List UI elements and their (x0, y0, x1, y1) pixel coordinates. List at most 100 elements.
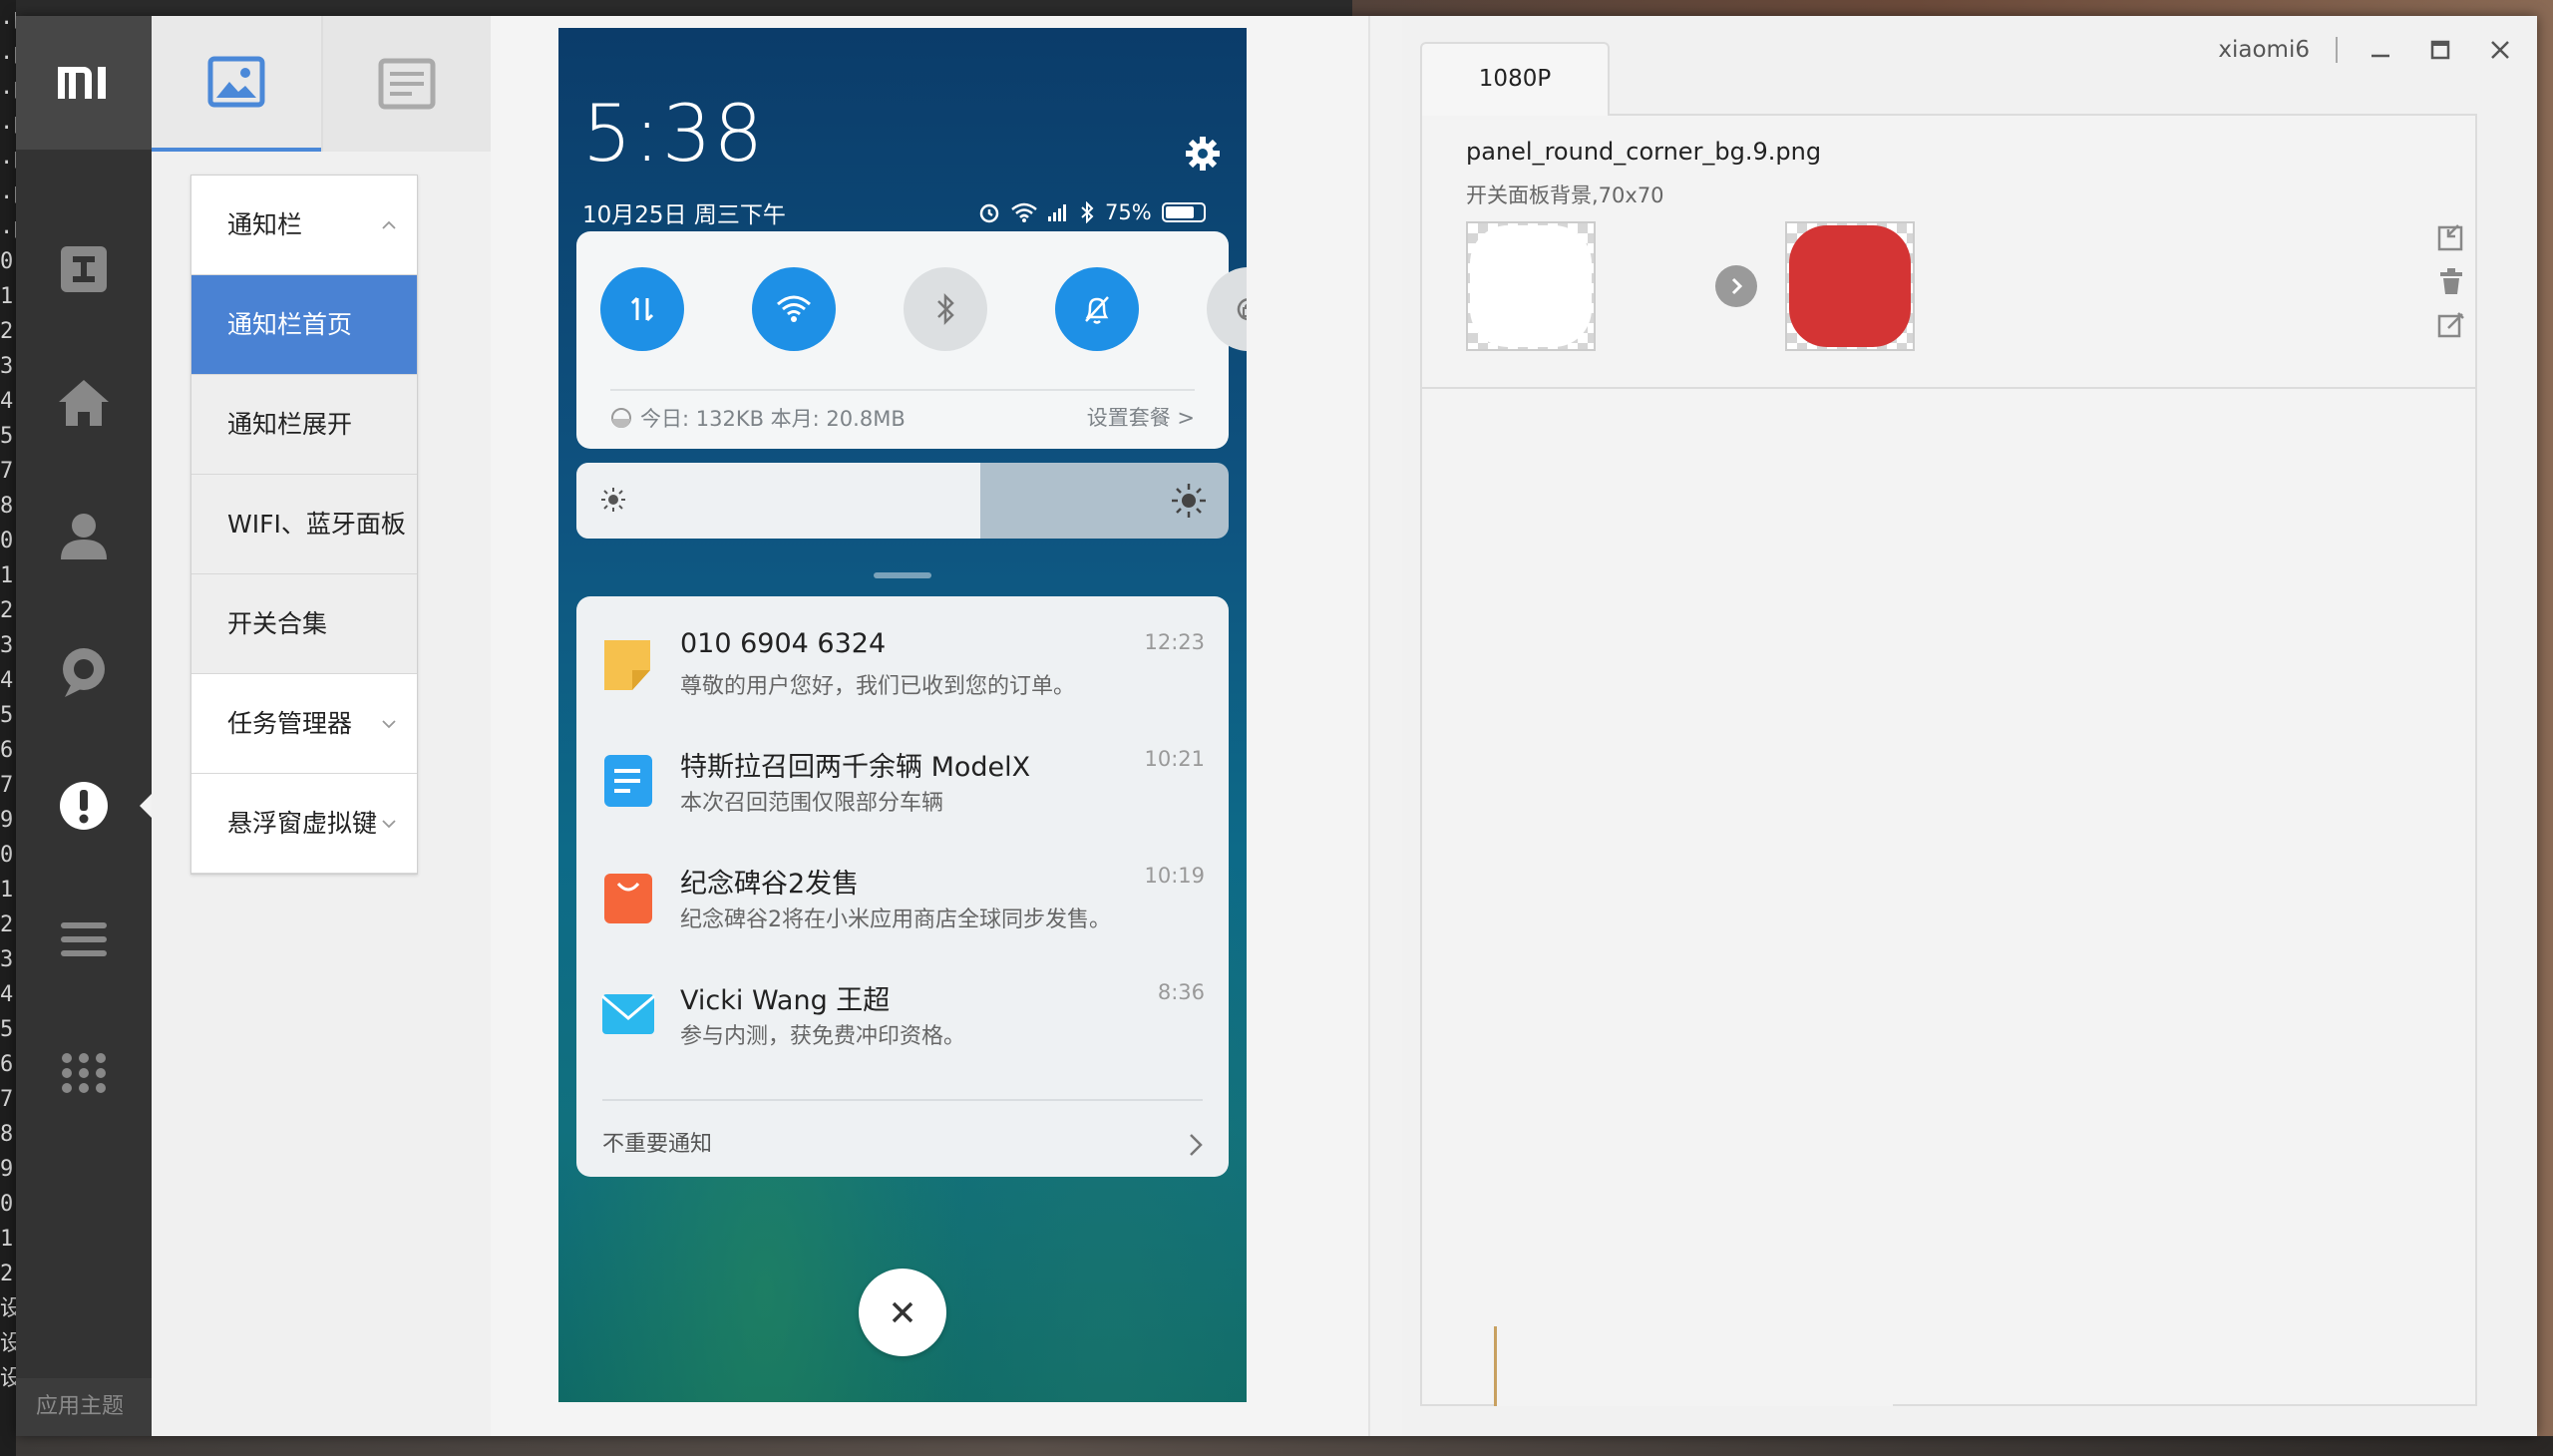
menu-item-label: 任务管理器 (227, 709, 353, 738)
wifi-status-icon (1011, 202, 1037, 222)
rail-text-button[interactable] (16, 229, 152, 309)
quick-settings-separator (610, 389, 1195, 391)
desktop-file-char: 设 (0, 1296, 16, 1321)
drag-handle[interactable] (874, 572, 931, 578)
rail-menu-lines-button[interactable] (16, 900, 152, 979)
notification-item[interactable]: 特斯拉召回两千余辆 ModelX 本次召回范围仅限部分车辆 10:21 (576, 721, 1229, 836)
chevron-down-icon (382, 820, 396, 829)
clock-time: 5:38 (582, 90, 766, 180)
desktop-file-char: .png (0, 5, 16, 30)
delete-button[interactable] (2433, 263, 2469, 299)
minimize-icon (2371, 54, 2389, 58)
document-icon (378, 58, 436, 110)
alert-icon (60, 782, 108, 830)
rail-user-button[interactable] (16, 497, 152, 576)
resolution-tab[interactable]: 1080P (1420, 42, 1610, 116)
menu-item[interactable]: 开关合集 (191, 574, 417, 674)
notification-item[interactable]: 010 6904 6324 尊敬的用户您好，我们已收到您的订单。 12:23 (576, 604, 1229, 719)
preview-column: 5:38 10月25日 周三下午 75% 今日: 132KB 本月: 20.8M… (491, 16, 1370, 1436)
gear-icon[interactable] (1185, 136, 1221, 172)
original-image-preview[interactable] (1466, 221, 1596, 351)
desktop-file-char: 1 (0, 563, 14, 588)
close-panel-button[interactable] (859, 1269, 946, 1356)
import-button[interactable] (2433, 219, 2469, 255)
rail-home-button[interactable] (16, 363, 152, 443)
desktop-file-char: 2 (0, 1262, 14, 1286)
unimportant-notifications[interactable]: 不重要通知 (602, 1115, 712, 1175)
menu-item[interactable]: 任务管理器 (191, 674, 417, 774)
desktop-file-char: 0 (0, 249, 14, 274)
set-plan-link[interactable]: 设置套餐 > (1087, 401, 1195, 435)
close-icon (892, 1301, 913, 1323)
device-name[interactable]: xiaomi6 (2218, 37, 2310, 63)
import-icon (2437, 224, 2463, 251)
notification-title: Vicki Wang 王超 (680, 985, 891, 1016)
window-close-icon (2491, 41, 2509, 59)
bluetooth-toggle[interactable] (904, 267, 987, 351)
notification-time: 8:36 (1157, 980, 1205, 1004)
data-icon (630, 296, 654, 322)
quick-settings-card: 今日: 132KB 本月: 20.8MB 设置套餐 > (576, 231, 1247, 449)
chevron-right-icon[interactable] (1185, 1131, 1207, 1159)
wifi-toggle[interactable] (752, 267, 836, 351)
desktop-file-char: 1 (0, 1227, 14, 1252)
silent-toggle[interactable] (1055, 267, 1139, 351)
desktop-file-char: 9 (0, 1157, 14, 1182)
document-icon (604, 755, 652, 807)
rotation-lock-toggle[interactable] (1207, 267, 1247, 351)
replace-arrow (1715, 265, 1757, 307)
minimize-button[interactable] (2364, 33, 2397, 67)
window-close-button[interactable] (2483, 33, 2517, 67)
menu-item[interactable]: 通知栏首页 (191, 275, 417, 375)
theme-editor-window: 应用主题 通知栏通知栏首页通知栏展开WIFI、蓝牙面板开关合集任务管理 (16, 16, 2537, 1436)
notification-item[interactable]: 纪念碑谷2发售 纪念碑谷2将在小米应用商店全球同步发售。 10:19 (576, 838, 1229, 952)
menu-item[interactable]: 通知栏 (191, 176, 417, 275)
image-tab[interactable] (152, 16, 321, 152)
battery-percent: 75% (1105, 200, 1152, 224)
window-controls: xiaomi6 (2218, 30, 2517, 70)
desktop-file-char: .p (0, 40, 16, 65)
rail-alert-button[interactable] (16, 766, 152, 846)
desktop-file-char: 6 (0, 1052, 14, 1077)
data-usage-icon (611, 408, 631, 428)
desktop-bottom-strip (16, 1436, 2553, 1456)
brightness-slider[interactable] (576, 463, 1229, 539)
notification-item[interactable]: Vicki Wang 王超 参与内测，获免费冲印资格。 8:36 (576, 954, 1229, 1069)
notification-body: 尊敬的用户您好，我们已收到您的订单。 (680, 674, 1076, 699)
data-toggle[interactable] (600, 267, 684, 351)
desktop-file-char: 4 (0, 982, 14, 1007)
active-pointer (140, 794, 152, 818)
rail-apps-grid-button[interactable] (16, 1033, 152, 1113)
menu-item[interactable]: 通知栏展开 (191, 375, 417, 475)
chevron-up-icon (382, 220, 396, 229)
status-bar: 75% (977, 197, 1206, 227)
desktop-file-char: 8 (0, 494, 14, 519)
edit-button[interactable] (2433, 307, 2469, 343)
menu-item[interactable]: 悬浮窗虚拟键 (191, 774, 417, 874)
notification-card: 010 6904 6324 尊敬的用户您好，我们已收到您的订单。 12:23 特斯拉召… (576, 596, 1229, 1177)
desktop-file-char: .p (0, 75, 16, 100)
desktop-file-char: 8 (0, 1122, 14, 1147)
desktop-file-char: 7 (0, 459, 14, 484)
mi-logo (16, 16, 152, 150)
bottom-input-box[interactable] (1494, 1326, 1893, 1406)
resource-panel: xiaomi6 1080P panel_round_corner_bg.9.pn… (1402, 16, 2537, 1436)
menu-item[interactable]: WIFI、蓝牙面板 (191, 475, 417, 574)
desktop-file-char: 5 (0, 703, 14, 728)
document-tab[interactable] (321, 16, 491, 152)
bluetooth-status-icon (1081, 201, 1094, 223)
desktop-file-char: .p (0, 214, 16, 239)
phone-preview: 5:38 10月25日 周三下午 75% 今日: 132KB 本月: 20.8M… (558, 28, 1247, 1402)
desktop-file-char: 3 (0, 947, 14, 972)
resource-file-name: panel_round_corner_bg.9.png (1466, 138, 1822, 166)
data-usage: 今日: 132KB 本月: 20.8MB (610, 401, 906, 435)
desktop-file-char: .p (0, 145, 16, 170)
home-icon (59, 380, 109, 426)
maximize-button[interactable] (2423, 33, 2457, 67)
desktop-file-char: 4 (0, 668, 14, 693)
replacement-image-preview[interactable] (1785, 221, 1915, 351)
notification-body: 纪念碑谷2将在小米应用商店全球同步发售。 (680, 908, 1111, 932)
menu-item-label: 悬浮窗虚拟键 (227, 809, 378, 838)
app-theme-label[interactable]: 应用主题 (16, 1378, 152, 1436)
rail-chat-bubble-button[interactable] (16, 632, 152, 712)
